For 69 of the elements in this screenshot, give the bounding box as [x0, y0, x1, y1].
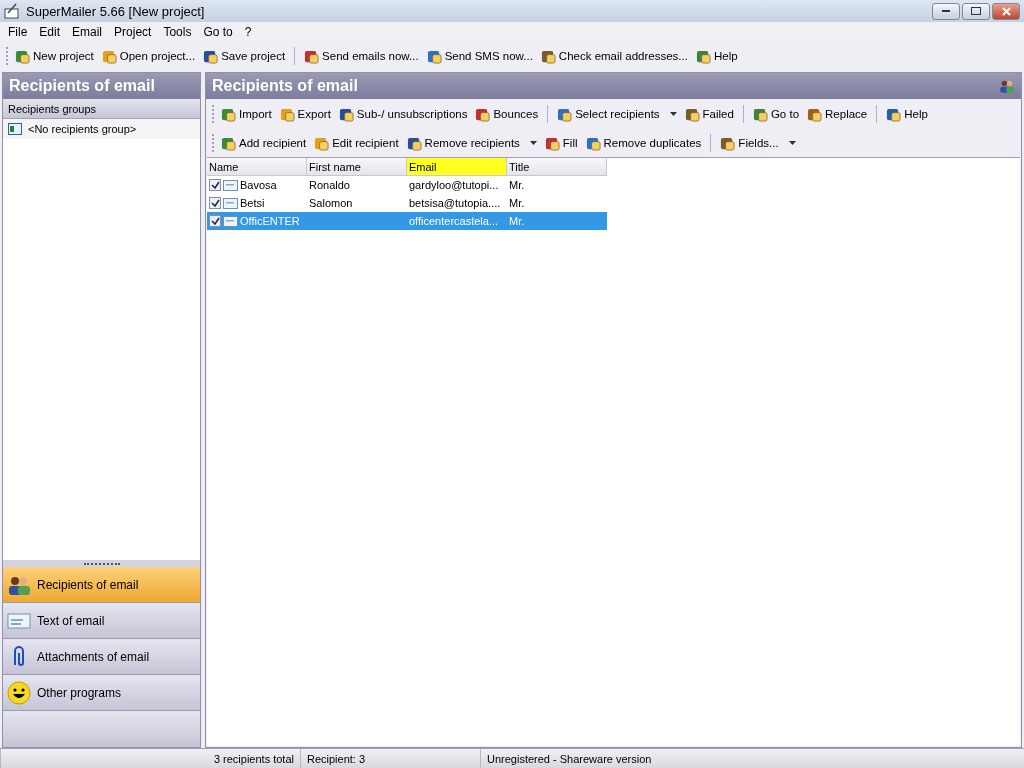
checkbox[interactable] — [209, 215, 221, 227]
menu-item[interactable]: File — [2, 25, 34, 39]
menu-item[interactable]: Tools — [157, 25, 198, 39]
table-cell: Mr. — [509, 179, 525, 191]
close-icon — [1001, 6, 1011, 16]
table-cell: Bavosa — [240, 179, 277, 191]
table-cell: Betsi — [240, 197, 265, 209]
nav-button[interactable]: Text of email — [3, 603, 200, 639]
toolbar-button[interactable]: Sub-/ unsubscriptions — [336, 104, 470, 124]
toolbar-button[interactable]: Add recipient — [219, 133, 309, 153]
toolbar-button[interactable]: Remove duplicates — [583, 133, 704, 153]
toolbar-button[interactable]: Import — [219, 104, 274, 124]
menu-item[interactable]: Edit — [33, 25, 67, 39]
toolbar-button[interactable]: Select recipients — [555, 104, 679, 124]
maximize-button[interactable] — [962, 2, 990, 20]
nav-button[interactable]: Other programs — [3, 675, 200, 711]
menu-item[interactable]: Project — [108, 25, 158, 39]
status-text: Recipient: 3 — [300, 749, 480, 768]
panel-title: Recipients of email — [212, 77, 358, 95]
toolbar-button[interactable]: Go to — [750, 104, 802, 124]
toolbar-button[interactable]: Remove recipients — [404, 133, 539, 153]
toolbar-button[interactable]: Bounces — [473, 104, 541, 124]
toolbar-button[interactable]: Failed — [682, 104, 736, 124]
checkbox[interactable] — [209, 197, 221, 209]
table-cell: Mr. — [509, 215, 525, 227]
panel-title: Recipients of email — [3, 73, 200, 99]
checkbox[interactable] — [209, 179, 221, 191]
toolbar-button[interactable]: New project — [13, 46, 96, 66]
toolbar-button[interactable]: Fields... — [718, 133, 798, 153]
toolbar-button[interactable]: Help — [693, 46, 740, 66]
smiley-icon — [7, 680, 31, 705]
toolbar-button[interactable]: Save project — [201, 46, 288, 66]
table-cell: Ronaldo — [309, 179, 350, 191]
toolbar-button[interactable]: Open project... — [99, 46, 198, 66]
group-item[interactable]: <No recipients group> — [3, 119, 200, 139]
column-header[interactable]: Email — [407, 158, 507, 176]
window-title: SuperMailer 5.66 [New project] — [26, 3, 205, 19]
menu-item[interactable]: ? — [238, 25, 258, 39]
table-cell: officentercastela... — [409, 215, 499, 227]
app-icon — [4, 3, 20, 19]
column-header[interactable]: Title — [507, 158, 607, 176]
table-cell: betsisa@tutopia.... — [409, 197, 501, 209]
section-header: Recipients groups — [3, 99, 200, 119]
table-cell: OfficENTER — [240, 215, 300, 227]
table-cell: gardyloo@tutopi... — [409, 179, 499, 191]
close-button[interactable] — [992, 2, 1020, 20]
toolbar-button[interactable]: Help — [884, 104, 930, 124]
column-header[interactable]: Name — [207, 158, 307, 176]
status-text: 3 recipients total — [0, 749, 300, 768]
splitter-grip[interactable] — [83, 562, 120, 565]
menu-item[interactable]: Email — [66, 25, 109, 39]
maximize-icon — [971, 7, 981, 15]
contact-card-icon — [8, 123, 22, 135]
toolbar-button[interactable]: Replace — [805, 104, 870, 124]
nav-button[interactable]: Attachments of email — [3, 639, 200, 675]
toolbar-button[interactable]: Send emails now... — [302, 46, 421, 66]
table-cell: Salomon — [309, 197, 353, 209]
toolbar-button[interactable]: Send SMS now... — [424, 46, 535, 66]
column-header[interactable]: First name — [307, 158, 407, 176]
toolbar-button[interactable]: Check email addresses... — [538, 46, 690, 66]
status-text: Unregistered - Shareware version — [480, 749, 1024, 768]
minimize-icon — [942, 9, 950, 13]
menu-item[interactable]: Go to — [197, 25, 239, 39]
table-cell: Mr. — [509, 197, 525, 209]
toolbar-button[interactable]: Export — [277, 104, 333, 124]
toolbar-button[interactable]: Edit recipient — [312, 133, 401, 153]
nav-button[interactable]: Recipients of email — [3, 567, 200, 603]
minimize-button[interactable] — [932, 2, 960, 20]
toolbar-button[interactable]: Fill — [542, 133, 580, 153]
